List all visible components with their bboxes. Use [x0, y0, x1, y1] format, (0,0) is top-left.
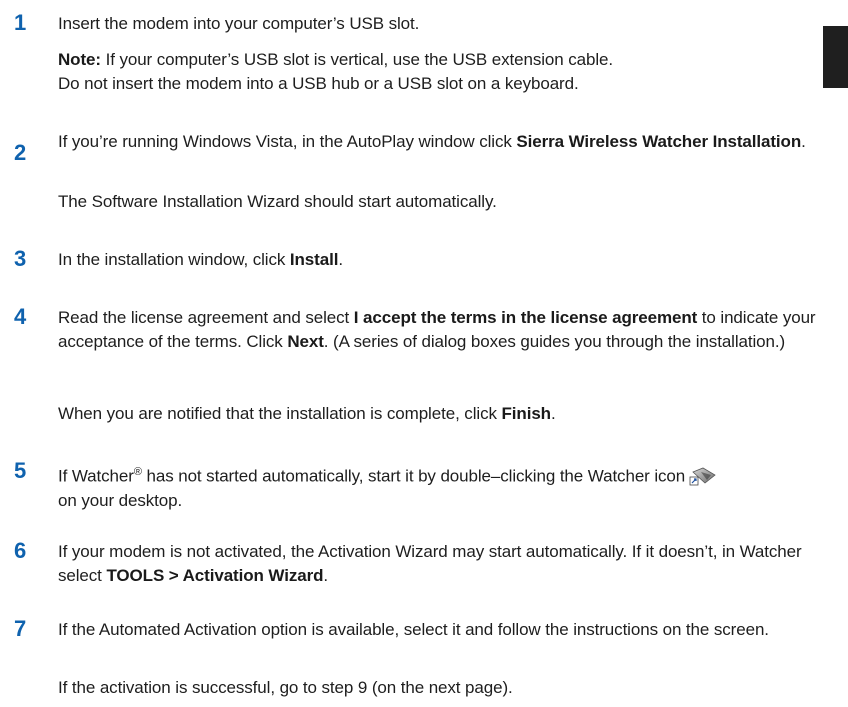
step-number: 2	[14, 140, 27, 165]
step-text: If you’re running Windows Vista, in the …	[58, 132, 806, 151]
step-followup: If the activation is successful, go to s…	[58, 678, 513, 697]
step-number: 7	[14, 616, 27, 641]
step-text: If the Automated Activation option is av…	[58, 620, 769, 639]
step-number: 3	[14, 246, 27, 271]
step-number: 6	[14, 538, 27, 563]
step-text: If your modem is not activated, the Acti…	[58, 542, 802, 585]
step-text: In the installation window, click Instal…	[58, 250, 343, 269]
step-followup: When you are notified that the installat…	[58, 404, 556, 423]
watcher-shortcut-icon	[689, 466, 717, 486]
step-number: 4	[14, 304, 27, 329]
note-label: Note:	[58, 50, 101, 69]
step-note: Note: If your computer’s USB slot is ver…	[58, 50, 614, 93]
step-number: 1	[14, 10, 27, 35]
step-text: If Watcher® has not started automaticall…	[58, 460, 838, 513]
step-text: Insert the modem into your computer’s US…	[58, 14, 420, 33]
step-followup: The Software Installation Wizard should …	[58, 192, 497, 211]
step-text: Read the license agreement and select I …	[58, 308, 816, 351]
step-number: 5	[14, 458, 27, 483]
